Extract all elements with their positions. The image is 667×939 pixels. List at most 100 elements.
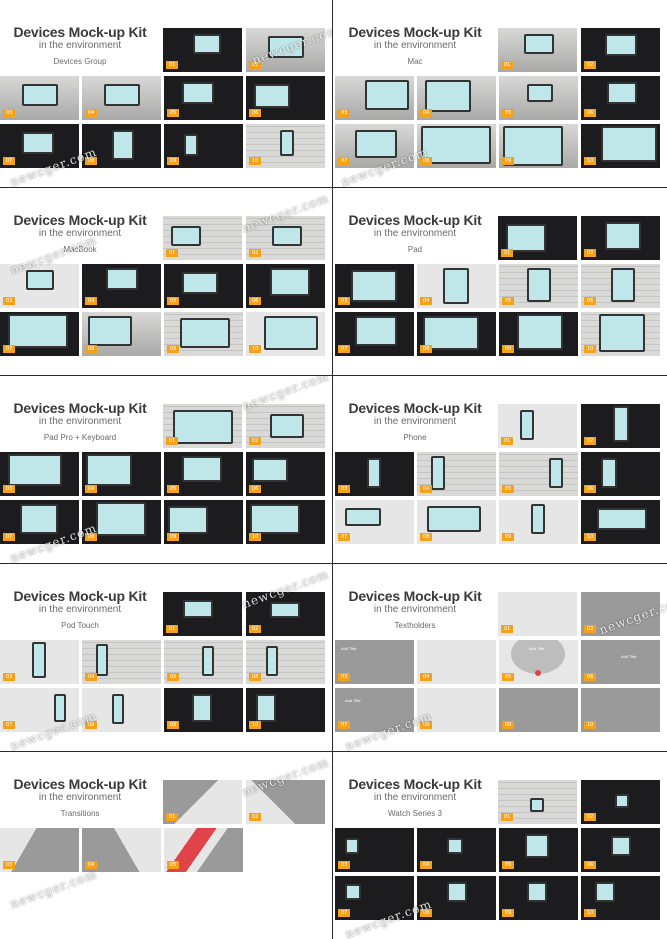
- thumbnail-number: 07: [338, 533, 351, 541]
- thumbnail[interactable]: 05: [164, 640, 243, 684]
- thumbnail[interactable]: 01: [163, 780, 242, 824]
- thumbnail[interactable]: 05: [164, 76, 243, 120]
- thumbnail[interactable]: 06: [246, 640, 325, 684]
- thumbnail[interactable]: 02: [581, 216, 660, 260]
- thumbnail[interactable]: 03: [335, 828, 414, 872]
- thumbnail[interactable]: 09: [164, 500, 243, 544]
- thumbnail[interactable]: 10: [246, 500, 325, 544]
- thumbnail-number: 10: [584, 909, 597, 917]
- device-mockup: [182, 456, 222, 482]
- device-mockup: [524, 34, 554, 54]
- thumbnail[interactable]: 09: [499, 876, 578, 920]
- device-mockup: [252, 458, 288, 482]
- thumbnail-number: 10: [249, 345, 262, 353]
- thumbnail[interactable]: 01: [163, 404, 242, 448]
- thumbnail[interactable]: 06: [246, 264, 325, 308]
- thumbnail[interactable]: 05: [164, 452, 243, 496]
- thumbnail[interactable]: 04: [82, 828, 161, 872]
- thumbnail[interactable]: 04: [417, 828, 496, 872]
- thumbnail[interactable]: 06: [246, 76, 325, 120]
- thumbnail[interactable]: 01: [163, 216, 242, 260]
- thumbnail[interactable]: 05: [499, 828, 578, 872]
- thumbnail[interactable]: 03: [335, 264, 414, 308]
- thumbnail[interactable]: 01: [498, 780, 577, 824]
- thumbnail[interactable]: 04: [82, 76, 161, 120]
- panel-phone: Devices Mock-up Kit in the environment P…: [335, 376, 667, 563]
- thumbnail[interactable]: 10: [581, 500, 660, 544]
- thumbnail[interactable]: 03: [335, 76, 414, 120]
- thumbnail-number: 01: [501, 813, 514, 821]
- device-mockup: [595, 882, 615, 902]
- thumbnail[interactable]: 08: [417, 124, 496, 168]
- thumbnail[interactable]: 05: [499, 76, 578, 120]
- thumbnail[interactable]: 04: [82, 452, 161, 496]
- thumbnail[interactable]: 05: [164, 264, 243, 308]
- device-mockup: [431, 456, 445, 490]
- thumbnail[interactable]: 03: [0, 828, 79, 872]
- thumbnail[interactable]: Add Title 05: [499, 640, 578, 684]
- thumbnail[interactable]: 09: [499, 500, 578, 544]
- thumbnail[interactable]: 01: [498, 592, 577, 636]
- thumbnail[interactable]: 09: [164, 688, 243, 732]
- thumbnail[interactable]: 06: [581, 828, 660, 872]
- thumbnail[interactable]: 03: [0, 452, 79, 496]
- device-mockup: [601, 126, 657, 162]
- thumbnail[interactable]: Add Title 06: [581, 640, 660, 684]
- thumbnail[interactable]: 10: [246, 688, 325, 732]
- thumbnail[interactable]: 05: [499, 452, 578, 496]
- thumbnail[interactable]: 10: [581, 312, 660, 356]
- thumbnail[interactable]: 10: [581, 124, 660, 168]
- thumbnail[interactable]: 02: [581, 28, 660, 72]
- thumbnail[interactable]: 06: [246, 452, 325, 496]
- thumbnail[interactable]: 07: [335, 312, 414, 356]
- device-mockup: [22, 84, 58, 106]
- thumbnail[interactable]: 10: [246, 312, 325, 356]
- thumbnail[interactable]: 09: [164, 124, 243, 168]
- thumbnail[interactable]: 04: [82, 264, 161, 308]
- thumbnail[interactable]: 04: [82, 640, 161, 684]
- device-mockup: [270, 268, 310, 296]
- thumbnail[interactable]: 06: [581, 76, 660, 120]
- panel-category: Textholders: [394, 621, 436, 630]
- thumbnail[interactable]: 03: [0, 76, 79, 120]
- thumbnail[interactable]: 04: [417, 264, 496, 308]
- device-mockup: [96, 502, 146, 536]
- device-mockup: [351, 270, 397, 302]
- thumbnail[interactable]: 01: [498, 28, 577, 72]
- thumbnail[interactable]: Add Title 03: [335, 640, 414, 684]
- thumbnail[interactable]: 01: [498, 216, 577, 260]
- thumbnail[interactable]: 10: [246, 124, 325, 168]
- thumbnail[interactable]: 04: [417, 452, 496, 496]
- thumbnail-number: 05: [502, 297, 515, 305]
- thumbnail[interactable]: 08: [417, 500, 496, 544]
- thumbnail[interactable]: 09: [499, 688, 578, 732]
- thumbnail-number: 02: [249, 249, 262, 257]
- thumbnail[interactable]: 07: [0, 312, 79, 356]
- thumbnail[interactable]: 09: [164, 312, 243, 356]
- thumbnail[interactable]: 10: [581, 876, 660, 920]
- thumbnail[interactable]: 02: [246, 404, 325, 448]
- thumbnail[interactable]: 01: [163, 592, 242, 636]
- thumbnail[interactable]: 08: [82, 312, 161, 356]
- thumbnail[interactable]: 04: [417, 76, 496, 120]
- thumbnail[interactable]: 06: [581, 452, 660, 496]
- panel-subtitle: in the environment: [373, 604, 457, 615]
- thumbnail[interactable]: 01: [498, 404, 577, 448]
- thumbnail[interactable]: 10: [581, 688, 660, 732]
- thumbnail[interactable]: 02: [581, 780, 660, 824]
- thumbnail[interactable]: 03: [335, 452, 414, 496]
- device-mockup: [599, 314, 645, 352]
- thumbnail[interactable]: 05: [164, 828, 243, 872]
- panel-header: Devices Mock-up Kit in the environment W…: [335, 752, 495, 832]
- thumbnail[interactable]: 07: [335, 500, 414, 544]
- thumbnail[interactable]: 03: [0, 640, 79, 684]
- thumbnail[interactable]: 08: [417, 312, 496, 356]
- thumbnail[interactable]: 05: [499, 264, 578, 308]
- panel-header: Devices Mock-up Kit in the environment T…: [335, 564, 495, 644]
- thumbnail[interactable]: 04: [417, 640, 496, 684]
- thumbnail[interactable]: 02: [581, 404, 660, 448]
- thumbnail[interactable]: 09: [499, 124, 578, 168]
- thumbnail[interactable]: 09: [499, 312, 578, 356]
- thumbnail[interactable]: 06: [581, 264, 660, 308]
- thumbnail[interactable]: 01: [163, 28, 242, 72]
